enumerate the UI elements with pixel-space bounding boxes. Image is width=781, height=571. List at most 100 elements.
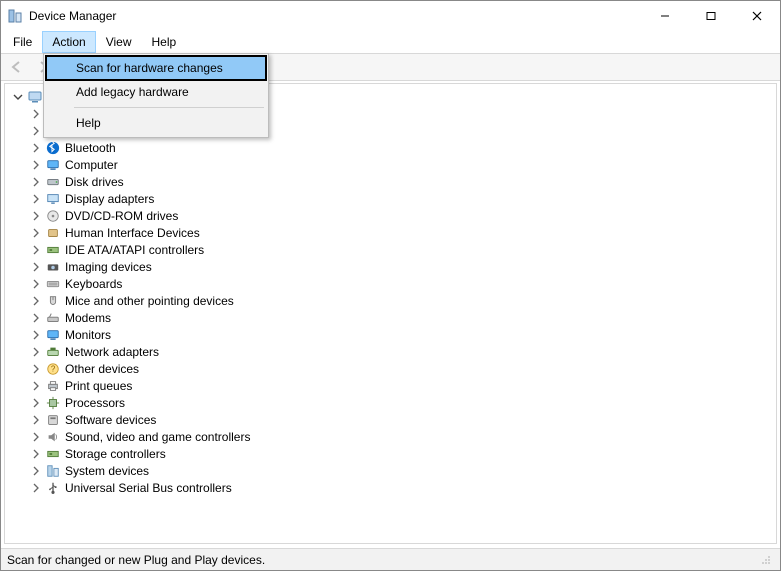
tree-node[interactable]: Imaging devices [7,258,776,275]
tree-node-label: Universal Serial Bus controllers [65,481,232,495]
tree-node[interactable]: Network adapters [7,343,776,360]
tree-node[interactable]: Mice and other pointing devices [7,292,776,309]
window-title: Device Manager [29,9,642,23]
resize-grip-icon[interactable] [758,552,774,568]
tree-node-label: Human Interface Devices [65,226,200,240]
tree-node[interactable]: Disk drives [7,173,776,190]
device-tree[interactable]: Bluetooth Computer Disk drives Display adap… [4,83,777,544]
titlebar: Device Manager [1,1,780,31]
tree-node[interactable]: Storage controllers [7,445,776,462]
chevron-right-icon[interactable] [29,277,43,291]
tree-node[interactable]: Universal Serial Bus controllers [7,479,776,496]
tree-node-label: Display adapters [65,192,154,206]
statusbar: Scan for changed or new Plug and Play de… [1,548,780,570]
tree-node-label: Disk drives [65,175,124,189]
menu-item-add-legacy[interactable]: Add legacy hardware [46,80,266,104]
display-icon [45,191,61,207]
menu-separator [74,107,264,108]
chevron-right-icon[interactable] [29,226,43,240]
tree-node[interactable]: Monitors [7,326,776,343]
tree-node-label: Mice and other pointing devices [65,294,234,308]
app-icon [7,8,23,24]
menubar: File Action View Help [1,31,780,53]
tree-node-label: Sound, video and game controllers [65,430,250,444]
chevron-right-icon[interactable] [29,260,43,274]
menu-view[interactable]: View [96,31,142,53]
cpu-icon [45,395,61,411]
menu-item-scan-hardware[interactable]: Scan for hardware changes [46,56,266,80]
status-text: Scan for changed or new Plug and Play de… [7,553,265,567]
tree-node[interactable]: Keyboards [7,275,776,292]
tree-node[interactable]: System devices [7,462,776,479]
disk-icon [45,174,61,190]
chevron-right-icon[interactable] [29,396,43,410]
minimize-button[interactable] [642,1,688,31]
menu-help[interactable]: Help [142,31,187,53]
network-icon [45,344,61,360]
chevron-right-icon[interactable] [29,362,43,376]
chevron-right-icon[interactable] [29,413,43,427]
tree-node[interactable]: Processors [7,394,776,411]
chevron-right-icon[interactable] [29,311,43,325]
tree-node-label: IDE ATA/ATAPI controllers [65,243,204,257]
tree-node-label: Computer [65,158,118,172]
tree-node[interactable]: ?Other devices [7,360,776,377]
chevron-right-icon[interactable] [29,175,43,189]
tree-node-label: Bluetooth [65,141,116,155]
chevron-right-icon[interactable] [29,107,43,121]
chevron-right-icon[interactable] [29,192,43,206]
tree-node[interactable]: IDE ATA/ATAPI controllers [7,241,776,258]
other-icon: ? [45,361,61,377]
chevron-right-icon[interactable] [29,158,43,172]
system-icon [45,463,61,479]
sound-icon [45,429,61,445]
chevron-right-icon[interactable] [29,328,43,342]
software-icon [45,412,61,428]
chevron-right-icon[interactable] [29,430,43,444]
tree-node[interactable]: Print queues [7,377,776,394]
modem-icon [45,310,61,326]
cdrom-icon [45,208,61,224]
tree-node-label: Storage controllers [65,447,166,461]
tree-node-label: DVD/CD-ROM drives [65,209,178,223]
tree-node[interactable]: Display adapters [7,190,776,207]
chevron-right-icon[interactable] [29,447,43,461]
tree-node[interactable]: Human Interface Devices [7,224,776,241]
tree-node[interactable]: Modems [7,309,776,326]
usb-icon [45,480,61,496]
chevron-right-icon[interactable] [29,345,43,359]
chevron-right-icon[interactable] [29,243,43,257]
chevron-right-icon[interactable] [29,209,43,223]
menu-file[interactable]: File [3,31,42,53]
chevron-right-icon[interactable] [29,124,43,138]
imaging-icon [45,259,61,275]
tree-node[interactable]: Computer [7,156,776,173]
mouse-icon [45,293,61,309]
ide-icon [45,242,61,258]
chevron-right-icon[interactable] [29,141,43,155]
tree-node-label: Print queues [65,379,132,393]
chevron-right-icon[interactable] [29,481,43,495]
bluetooth-icon [45,140,61,156]
tree-node[interactable]: Software devices [7,411,776,428]
chevron-right-icon[interactable] [29,464,43,478]
menu-action[interactable]: Action [42,31,95,53]
tree-node-label: Keyboards [65,277,122,291]
back-button[interactable] [5,55,29,79]
tree-node[interactable]: Sound, video and game controllers [7,428,776,445]
printer-icon [45,378,61,394]
computer-icon [27,89,43,105]
tree-node[interactable]: Bluetooth [7,139,776,156]
close-button[interactable] [734,1,780,31]
tree-node-label: Monitors [65,328,111,342]
monitor-icon [45,327,61,343]
chevron-down-icon[interactable] [11,90,25,104]
tree-node-label: Network adapters [65,345,159,359]
chevron-right-icon[interactable] [29,379,43,393]
tree-node-label: Modems [65,311,111,325]
chevron-right-icon[interactable] [29,294,43,308]
tree-node[interactable]: DVD/CD-ROM drives [7,207,776,224]
maximize-button[interactable] [688,1,734,31]
tree-node-label: Software devices [65,413,156,427]
menu-item-help[interactable]: Help [46,111,266,135]
